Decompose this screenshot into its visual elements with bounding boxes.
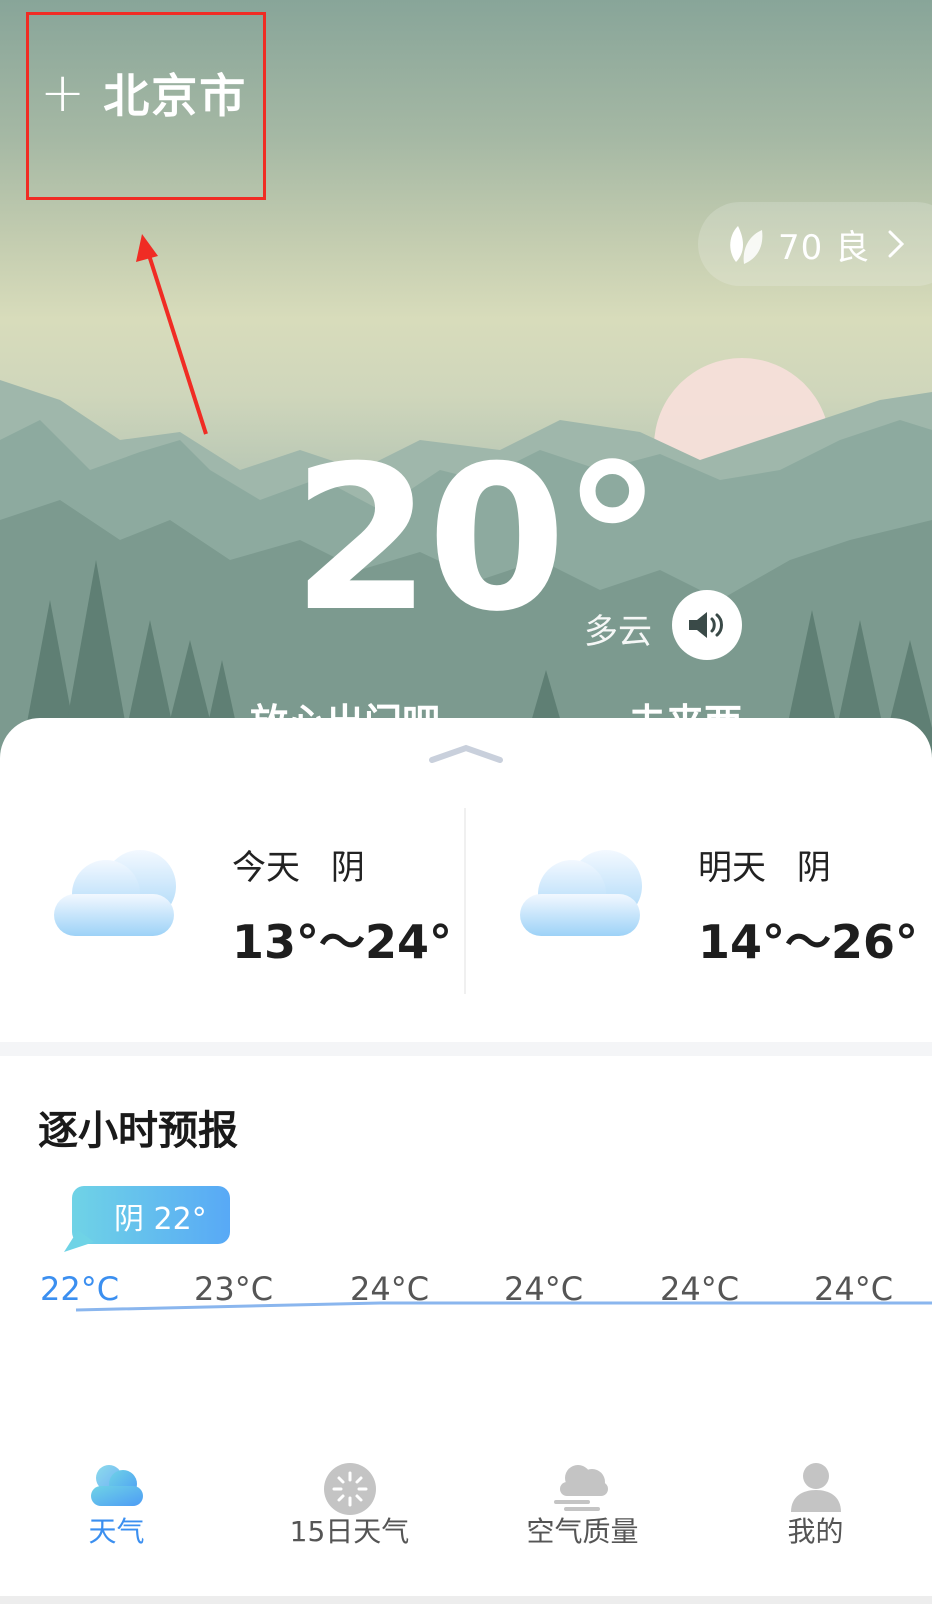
tab-label: 我的 [787,1515,844,1548]
chevron-up-icon[interactable] [428,742,504,766]
cloud-icon [54,850,176,936]
voice-broadcast-button[interactable] [672,590,742,660]
tab-label: 15日天气 [289,1515,410,1548]
tab-15-day-weather[interactable]: 15日天气 [233,1422,466,1604]
user-icon [790,1463,841,1512]
today-forecast-card[interactable]: 今天 阴 13°～24° [0,788,466,1018]
hourly-tooltip-text: 阴 22° [114,1202,207,1237]
today-label: 今天 阴 [232,840,365,889]
bottom-tab-bar: 天气 15日天气 空气质量 我的 [0,1422,932,1604]
tab-mine[interactable]: 我的 [699,1422,932,1604]
day-name: 明天 [698,848,766,888]
cloud-icon [520,850,642,936]
tab-weather[interactable]: 天气 [0,1422,233,1604]
today-temperature-range: 13°～24° [232,915,453,969]
tomorrow-temperature-range: 14°～26° [698,915,919,969]
annotation-arrow [136,234,208,435]
section-separator [0,1042,932,1056]
hourly-trend-line [75,1301,932,1312]
tomorrow-forecast-card[interactable]: 明天 阴 14°～26° [466,788,932,1018]
day-name: 今天 [232,848,300,888]
wind-cloud-icon [553,1465,608,1511]
day-condition: 阴 [796,848,831,888]
tomorrow-label: 明天 阴 [698,840,831,889]
hourly-forecast-title: 逐小时预报 [38,1108,238,1154]
tab-label: 空气质量 [526,1515,639,1548]
cloud-icon [90,1465,143,1506]
system-navigation-bar [0,1596,932,1604]
tab-label: 天气 [88,1515,145,1548]
current-condition: 多云 [584,612,652,652]
day-condition: 阴 [330,848,365,888]
sun-icon [323,1463,376,1515]
speaker-icon [689,612,723,638]
tab-air-quality[interactable]: 空气质量 [466,1422,699,1604]
